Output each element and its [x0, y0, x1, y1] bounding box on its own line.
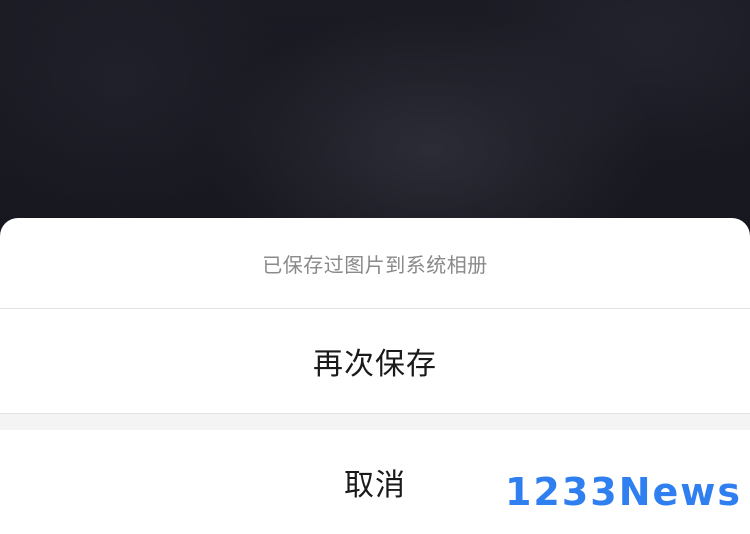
- save-again-button[interactable]: 再次保存: [0, 309, 750, 413]
- action-sheet-title: 已保存过图片到系统相册: [262, 252, 488, 277]
- section-gap: [0, 414, 750, 430]
- watermark-logo: 1233News: [504, 470, 742, 514]
